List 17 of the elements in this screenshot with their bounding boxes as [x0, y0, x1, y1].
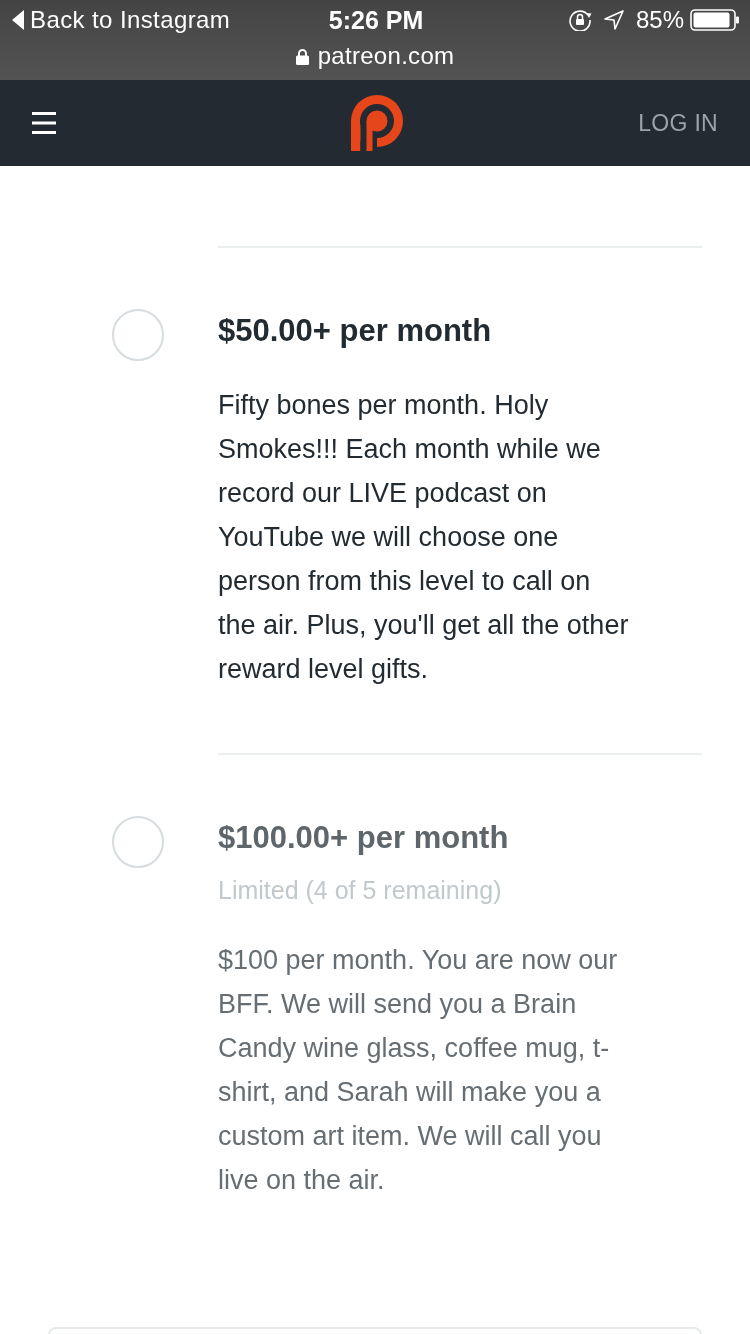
battery-percentage: 85% [635, 6, 684, 34]
tier-description: Fifty bones per month. Holy Smokes!!! Each month while we record our LIVE podcast on YouTube we will choose one person from this level to call on the air. Plus, you'll get all the other reward level gifts. [218, 389, 630, 686]
radio-button[interactable] [112, 309, 164, 361]
back-button[interactable]: Back to Instagram [12, 6, 231, 34]
lock-icon [295, 47, 309, 65]
tier-title: $100.00+ per month [218, 819, 510, 857]
status-time: 5:26 PM [328, 5, 424, 35]
url-text[interactable]: patreon.com [317, 42, 455, 70]
tier-description: $100 per month. You are now our BFF. We will send you a Brain Candy wine glass, coffee mug, t-shirt, and Sarah will make you a custom art item. We will call you live on the air. [218, 944, 619, 1197]
battery-icon [690, 9, 740, 31]
limit-note: Limited (4 of 5 remaining) [218, 875, 503, 906]
tier-title: $50.00+ per month [218, 312, 493, 350]
menu-icon[interactable] [32, 112, 56, 134]
login-button[interactable]: LOG IN [638, 109, 718, 137]
rotation-lock-icon [568, 9, 592, 31]
location-arrow-icon [603, 10, 624, 30]
caret-left-icon [12, 10, 24, 30]
